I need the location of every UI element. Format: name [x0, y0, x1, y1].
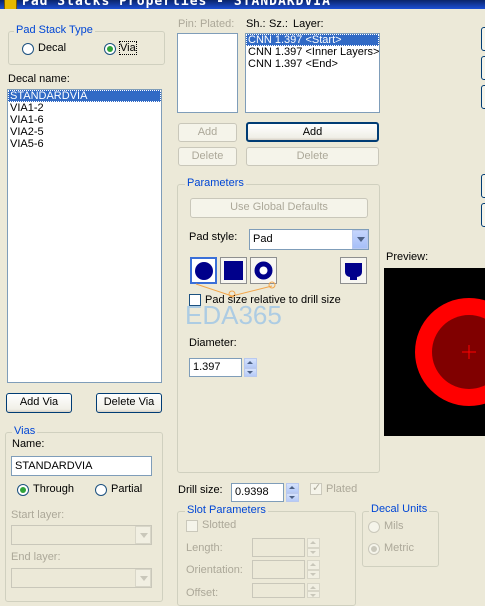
- decal-radio-label[interactable]: Decal: [38, 42, 66, 54]
- through-radio[interactable]: [17, 484, 29, 496]
- list-item[interactable]: VIA2-5: [8, 126, 161, 138]
- list-item[interactable]: CNN 1.397 <Start>: [246, 34, 379, 46]
- side-button-edge-2[interactable]: [481, 203, 485, 227]
- offset-field[interactable]: [252, 583, 305, 598]
- list-item[interactable]: CNN 1.397 <Inner Layers>: [246, 46, 379, 58]
- watermark: EDA365: [185, 300, 282, 330]
- side-button-edge-1[interactable]: [481, 174, 485, 198]
- parameters-label: Parameters: [185, 177, 246, 189]
- spin-up-icon[interactable]: [307, 560, 320, 570]
- spin-up-icon[interactable]: [307, 538, 320, 548]
- orientation-field[interactable]: [252, 560, 305, 579]
- decal-radio[interactable]: [22, 43, 34, 55]
- via-name-field[interactable]: STANDARDVIA: [11, 456, 152, 476]
- diameter-field[interactable]: 1.397: [189, 358, 242, 377]
- pad-stack-type-label: Pad Stack Type: [14, 24, 95, 36]
- pad-preview-graphic: [415, 298, 485, 406]
- pin-list[interactable]: [177, 33, 238, 113]
- pad-style-select[interactable]: Pad: [249, 229, 369, 250]
- spin-down-icon[interactable]: [307, 590, 320, 598]
- app-icon: [4, 0, 17, 9]
- decal-units-label: Decal Units: [369, 503, 430, 515]
- sh-header: Sh.:: [246, 18, 266, 30]
- delete-layer-button[interactable]: Delete: [246, 147, 379, 166]
- spin-up-icon[interactable]: [286, 483, 299, 493]
- mils-radio-label[interactable]: Mils: [384, 520, 404, 532]
- spin-down-icon[interactable]: [307, 547, 320, 557]
- start-layer-label: Start layer:: [11, 509, 65, 521]
- length-spinner[interactable]: [307, 538, 320, 557]
- spin-down-icon[interactable]: [307, 569, 320, 579]
- offset-label: Offset:: [186, 587, 219, 599]
- drill-size-label: Drill size:: [178, 484, 223, 496]
- end-layer-label: End layer:: [11, 551, 61, 563]
- via-radio[interactable]: [104, 43, 116, 55]
- layer-header: Layer:: [293, 18, 324, 30]
- plated-header: Plated:: [200, 18, 235, 30]
- diameter-spinner[interactable]: [244, 358, 257, 377]
- list-item[interactable]: CNN 1.397 <End>: [246, 58, 379, 70]
- spin-up-icon[interactable]: [244, 358, 257, 368]
- partial-radio-label[interactable]: Partial: [111, 483, 142, 495]
- orientation-label: Orientation:: [186, 564, 243, 576]
- partial-radio[interactable]: [95, 484, 107, 496]
- length-field[interactable]: [252, 538, 305, 557]
- add-layer-button[interactable]: Add: [246, 122, 379, 142]
- diameter-label: Diameter:: [189, 337, 237, 349]
- list-item[interactable]: STANDARDVIA: [8, 90, 161, 102]
- title-bar: Pad Stacks Properties - STANDARDVIA: [0, 0, 485, 9]
- window-title: Pad Stacks Properties - STANDARDVIA: [22, 0, 331, 9]
- through-radio-label[interactable]: Through: [33, 483, 74, 495]
- preview-label: Preview:: [386, 251, 429, 263]
- thermal-pad-button[interactable]: [340, 257, 367, 284]
- plated-checkbox[interactable]: [310, 481, 322, 495]
- list-item[interactable]: VIA1-2: [8, 102, 161, 114]
- chevron-down-icon[interactable]: [352, 230, 368, 249]
- ok-button-edge[interactable]: [481, 27, 485, 51]
- help-button-edge[interactable]: [481, 85, 485, 109]
- via-radio-label[interactable]: Via: [119, 41, 137, 55]
- list-item[interactable]: VIA1-6: [8, 114, 161, 126]
- use-global-defaults-button[interactable]: Use Global Defaults: [190, 198, 368, 218]
- pad-style-label: Pad style:: [189, 231, 238, 243]
- drill-size-field[interactable]: 0.9398: [231, 483, 284, 502]
- chevron-down-icon[interactable]: [135, 569, 151, 587]
- mils-radio[interactable]: [368, 521, 380, 533]
- preview-canvas: [384, 268, 485, 436]
- spin-down-icon[interactable]: [244, 367, 257, 377]
- spin-down-icon[interactable]: [286, 492, 299, 502]
- thermal-pad-icon: [345, 263, 362, 280]
- vias-label: Vias: [12, 425, 38, 437]
- plated-label[interactable]: Plated: [326, 483, 357, 495]
- end-layer-select[interactable]: [11, 568, 152, 588]
- orientation-spinner[interactable]: [307, 560, 320, 579]
- add-pin-button[interactable]: Add: [178, 123, 237, 142]
- sz-header: Sz.:: [269, 18, 288, 30]
- start-layer-select[interactable]: [11, 525, 152, 545]
- slotted-checkbox[interactable]: [186, 520, 198, 532]
- pin-header: Pin:: [178, 18, 197, 30]
- slot-parameters-label: Slot Parameters: [185, 504, 268, 516]
- length-label: Length:: [186, 542, 223, 554]
- offset-spinner[interactable]: [307, 583, 320, 598]
- delete-via-button[interactable]: Delete Via: [96, 393, 162, 413]
- add-via-button[interactable]: Add Via: [6, 393, 72, 413]
- via-name-label: Name:: [12, 438, 45, 450]
- drill-size-spinner[interactable]: [286, 483, 299, 502]
- metric-radio[interactable]: [368, 543, 380, 555]
- metric-radio-label[interactable]: Metric: [384, 542, 414, 554]
- decal-name-list[interactable]: STANDARDVIA VIA1-2 VIA1-6 VIA2-5 VIA5-6: [7, 89, 162, 383]
- delete-pin-button[interactable]: Delete: [178, 147, 237, 166]
- pad-style-value: Pad: [253, 233, 273, 245]
- chevron-down-icon[interactable]: [135, 526, 151, 544]
- cancel-button-edge[interactable]: [481, 56, 485, 80]
- spin-up-icon[interactable]: [307, 583, 320, 591]
- list-item[interactable]: VIA5-6: [8, 138, 161, 150]
- slotted-label[interactable]: Slotted: [202, 519, 236, 531]
- decal-name-label: Decal name:: [8, 73, 70, 85]
- layer-list[interactable]: CNN 1.397 <Start> CNN 1.397 <Inner Layer…: [245, 33, 380, 113]
